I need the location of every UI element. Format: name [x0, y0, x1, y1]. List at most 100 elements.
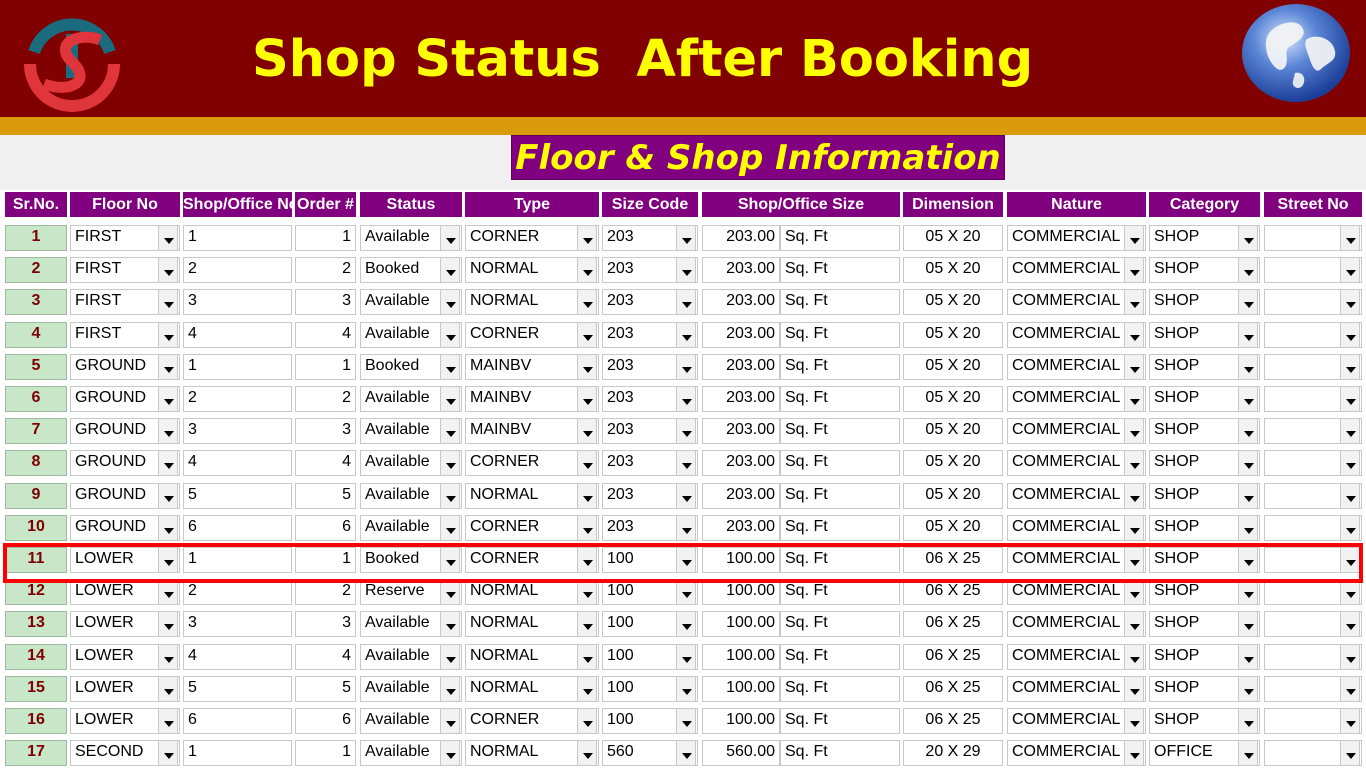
size-field[interactable]: 203.00 [702, 450, 780, 477]
size-field[interactable]: 100.00 [702, 579, 780, 606]
chevron-down-icon[interactable] [1238, 579, 1258, 606]
chevron-down-icon[interactable] [577, 579, 597, 606]
chevron-down-icon[interactable] [440, 257, 460, 284]
size-field[interactable]: 203.00 [702, 514, 780, 541]
chevron-down-icon[interactable] [577, 353, 597, 380]
dimension-field[interactable]: 05 X 20 [903, 353, 1003, 380]
dimension-field[interactable]: 05 X 20 [903, 386, 1003, 412]
chevron-down-icon[interactable] [158, 225, 178, 251]
chevron-down-icon[interactable] [158, 482, 178, 509]
order-field[interactable]: 1 [295, 353, 356, 380]
chevron-down-icon[interactable] [1124, 321, 1144, 348]
chevron-down-icon[interactable] [1238, 482, 1258, 509]
dimension-field[interactable]: 05 X 20 [903, 418, 1003, 445]
size-field[interactable]: 203.00 [702, 257, 780, 284]
order-field[interactable]: 5 [295, 482, 356, 509]
chevron-down-icon[interactable] [1238, 514, 1258, 541]
chevron-down-icon[interactable] [1238, 643, 1258, 670]
size-unit-field[interactable]: Sq. Ft [780, 353, 900, 380]
chevron-down-icon[interactable] [440, 740, 460, 767]
size-field[interactable]: 203.00 [702, 289, 780, 316]
shop-no-field[interactable]: 2 [183, 386, 292, 412]
chevron-down-icon[interactable] [1340, 450, 1360, 477]
chevron-down-icon[interactable] [1238, 289, 1258, 316]
dimension-field[interactable]: 05 X 20 [903, 321, 1003, 348]
dimension-field[interactable]: 06 X 25 [903, 708, 1003, 734]
shop-no-field[interactable]: 5 [183, 482, 292, 509]
shop-no-field[interactable]: 4 [183, 643, 292, 670]
chevron-down-icon[interactable] [577, 514, 597, 541]
dimension-field[interactable]: 06 X 25 [903, 611, 1003, 638]
chevron-down-icon[interactable] [676, 225, 696, 251]
chevron-down-icon[interactable] [1340, 321, 1360, 348]
chevron-down-icon[interactable] [676, 289, 696, 316]
chevron-down-icon[interactable] [1340, 740, 1360, 767]
chevron-down-icon[interactable] [440, 579, 460, 606]
chevron-down-icon[interactable] [676, 675, 696, 702]
chevron-down-icon[interactable] [676, 353, 696, 380]
size-field[interactable]: 203.00 [702, 482, 780, 509]
chevron-down-icon[interactable] [1124, 386, 1144, 412]
chevron-down-icon[interactable] [158, 675, 178, 702]
size-field[interactable]: 203.00 [702, 321, 780, 348]
chevron-down-icon[interactable] [577, 611, 597, 638]
chevron-down-icon[interactable] [440, 514, 460, 541]
chevron-down-icon[interactable] [158, 257, 178, 284]
size-unit-field[interactable]: Sq. Ft [780, 579, 900, 606]
order-field[interactable]: 3 [295, 611, 356, 638]
chevron-down-icon[interactable] [158, 611, 178, 638]
size-unit-field[interactable]: Sq. Ft [780, 418, 900, 445]
chevron-down-icon[interactable] [577, 321, 597, 348]
chevron-down-icon[interactable] [676, 321, 696, 348]
chevron-down-icon[interactable] [1238, 386, 1258, 412]
shop-no-field[interactable]: 1 [183, 353, 292, 380]
chevron-down-icon[interactable] [1340, 257, 1360, 284]
chevron-down-icon[interactable] [158, 514, 178, 541]
chevron-down-icon[interactable] [1340, 579, 1360, 606]
chevron-down-icon[interactable] [676, 611, 696, 638]
size-unit-field[interactable]: Sq. Ft [780, 482, 900, 509]
chevron-down-icon[interactable] [1238, 675, 1258, 702]
chevron-down-icon[interactable] [1340, 482, 1360, 509]
chevron-down-icon[interactable] [1238, 257, 1258, 284]
shop-no-field[interactable]: 6 [183, 514, 292, 541]
size-unit-field[interactable]: Sq. Ft [780, 225, 900, 251]
chevron-down-icon[interactable] [1238, 321, 1258, 348]
chevron-down-icon[interactable] [1124, 611, 1144, 638]
chevron-down-icon[interactable] [577, 450, 597, 477]
shop-no-field[interactable]: 2 [183, 257, 292, 284]
size-unit-field[interactable]: Sq. Ft [780, 643, 900, 670]
chevron-down-icon[interactable] [1124, 225, 1144, 251]
chevron-down-icon[interactable] [1340, 386, 1360, 412]
size-unit-field[interactable]: Sq. Ft [780, 386, 900, 412]
size-unit-field[interactable]: Sq. Ft [780, 450, 900, 477]
chevron-down-icon[interactable] [158, 353, 178, 380]
shop-no-field[interactable]: 4 [183, 321, 292, 348]
chevron-down-icon[interactable] [440, 386, 460, 412]
chevron-down-icon[interactable] [1340, 289, 1360, 316]
chevron-down-icon[interactable] [1238, 611, 1258, 638]
chevron-down-icon[interactable] [440, 611, 460, 638]
chevron-down-icon[interactable] [577, 708, 597, 734]
order-field[interactable]: 6 [295, 514, 356, 541]
shop-no-field[interactable]: 3 [183, 611, 292, 638]
chevron-down-icon[interactable] [1124, 643, 1144, 670]
chevron-down-icon[interactable] [1238, 450, 1258, 477]
chevron-down-icon[interactable] [1340, 514, 1360, 541]
size-field[interactable]: 203.00 [702, 418, 780, 445]
chevron-down-icon[interactable] [1124, 708, 1144, 734]
order-field[interactable]: 3 [295, 289, 356, 316]
dimension-field[interactable]: 06 X 25 [903, 579, 1003, 606]
chevron-down-icon[interactable] [1124, 740, 1144, 767]
size-field[interactable]: 203.00 [702, 386, 780, 412]
size-field[interactable]: 100.00 [702, 643, 780, 670]
chevron-down-icon[interactable] [577, 643, 597, 670]
chevron-down-icon[interactable] [676, 514, 696, 541]
chevron-down-icon[interactable] [1124, 514, 1144, 541]
size-unit-field[interactable]: Sq. Ft [780, 611, 900, 638]
chevron-down-icon[interactable] [676, 740, 696, 767]
chevron-down-icon[interactable] [1340, 708, 1360, 734]
size-field[interactable]: 100.00 [702, 675, 780, 702]
chevron-down-icon[interactable] [676, 450, 696, 477]
chevron-down-icon[interactable] [1124, 675, 1144, 702]
